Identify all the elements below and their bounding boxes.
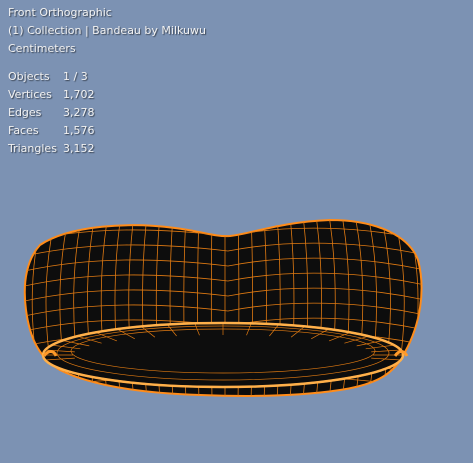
selected-mesh-object[interactable] [0,0,473,463]
